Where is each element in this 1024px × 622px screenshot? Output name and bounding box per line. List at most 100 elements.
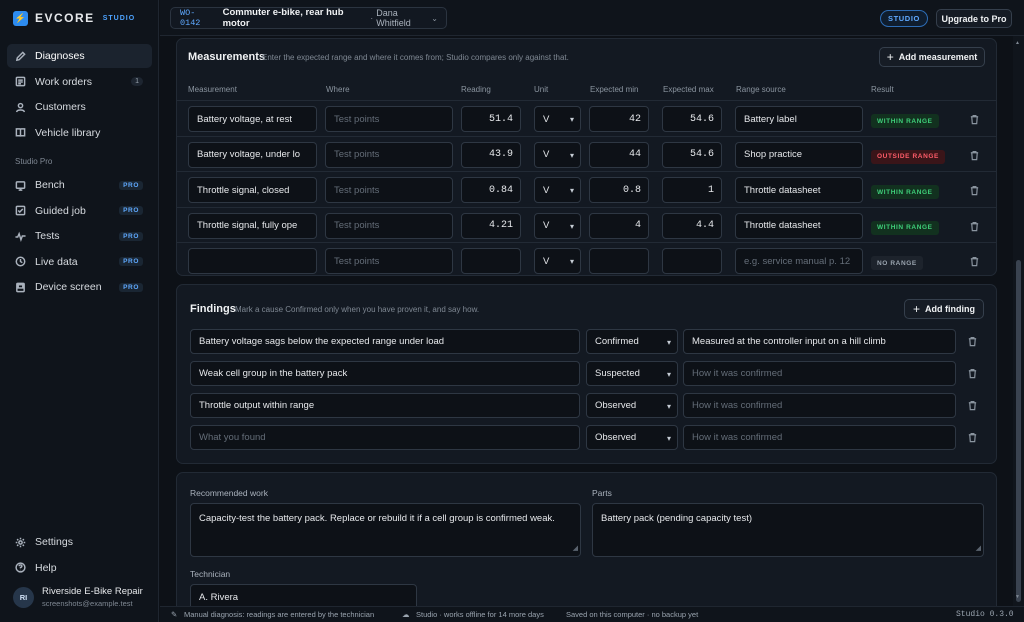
chevron-down-icon: ▾ [569, 186, 574, 195]
trash-icon[interactable] [969, 185, 980, 196]
column-header: Expected max [663, 85, 714, 94]
where-input[interactable]: Test points [325, 106, 453, 132]
where-input[interactable]: Test points [325, 141, 453, 168]
finding-text-input[interactable]: What you found [190, 425, 580, 450]
measurement-name-input[interactable]: Throttle signal, closed [188, 177, 317, 203]
list-icon [15, 76, 26, 87]
range-source-input[interactable]: Battery label [735, 106, 863, 132]
reading-input[interactable]: 0.84 [461, 177, 521, 203]
measurement-name-input[interactable]: Throttle signal, fully ope [188, 212, 317, 239]
trash-icon[interactable] [969, 256, 980, 267]
brand-name: EVCORE [35, 11, 95, 25]
sidebar-item-label: Bench [35, 179, 65, 191]
sidebar-item-help[interactable]: Help [7, 556, 152, 580]
expected-max-input[interactable]: 4.4 [662, 212, 722, 239]
trash-icon[interactable] [967, 368, 978, 379]
sidebar-item-settings[interactable]: Settings [7, 530, 152, 554]
measurement-name-input[interactable] [188, 248, 317, 274]
reading-input[interactable] [461, 248, 521, 274]
where-input[interactable]: Test points [325, 248, 453, 274]
technician-input[interactable]: A. Rivera [190, 584, 417, 606]
range-source-input[interactable]: Throttle datasheet [735, 177, 863, 203]
status-offline: Studio · works offline for 14 more days [416, 610, 544, 619]
reading-input[interactable]: 51.4 [461, 106, 521, 132]
sidebar-item-guided-job[interactable]: Guided job PRO [7, 199, 152, 223]
finding-text-input[interactable]: Battery voltage sags below the expected … [190, 329, 580, 354]
where-input[interactable]: Test points [325, 212, 453, 239]
user-profile[interactable]: RI Riverside E-Bike Repair screenshots@e… [13, 586, 143, 608]
finding-status-select[interactable]: Observed ▾ [586, 425, 678, 450]
unit-select[interactable]: V ▾ [534, 248, 581, 274]
recommendation-card: Recommended work Capacity-test the batte… [176, 472, 997, 606]
expected-min-input[interactable]: 44 [589, 141, 649, 168]
work-order-selector[interactable]: WO-0142 Commuter e-bike, rear hub motor … [170, 7, 447, 29]
trash-icon[interactable] [967, 400, 978, 411]
finding-how-input[interactable]: How it was confirmed [683, 425, 956, 450]
scroll-down-icon[interactable]: ▼ [1015, 594, 1020, 600]
sidebar-item-live-data[interactable]: Live data PRO [7, 250, 152, 274]
recommended-work-textarea[interactable]: Capacity-test the battery pack. Replace … [190, 503, 581, 557]
cloud-icon: ☁ [402, 610, 410, 619]
count-badge: 1 [131, 77, 143, 87]
main-nav: Diagnoses Work orders 1 Customers Vehicl… [7, 44, 152, 146]
gauge-icon [15, 180, 26, 191]
expected-max-input[interactable]: 54.6 [662, 141, 722, 168]
scroll-up-icon[interactable]: ▲ [1015, 40, 1020, 46]
finding-status-select[interactable]: Suspected ▾ [586, 361, 678, 386]
resize-grip-icon[interactable]: ◢ [976, 542, 981, 555]
resize-grip-icon[interactable]: ◢ [573, 542, 578, 555]
unit-select[interactable]: V ▾ [534, 141, 581, 168]
upgrade-button[interactable]: Upgrade to Pro [936, 9, 1012, 28]
expected-min-input[interactable]: 4 [589, 212, 649, 239]
column-header: Measurement [188, 85, 237, 94]
finding-how-input[interactable]: How it was confirmed [683, 361, 956, 386]
finding-status-select[interactable]: Confirmed ▾ [586, 329, 678, 354]
trash-icon[interactable] [967, 336, 978, 347]
finding-text-input[interactable]: Weak cell group in the battery pack [190, 361, 580, 386]
range-source-input[interactable]: Shop practice [735, 141, 863, 168]
finding-how-input[interactable]: Measured at the controller input on a hi… [683, 329, 956, 354]
sidebar-item-bench[interactable]: Bench PRO [7, 173, 152, 197]
sidebar-item-vehicle-library[interactable]: Vehicle library [7, 121, 152, 145]
sidebar-item-customers[interactable]: Customers [7, 95, 152, 119]
chevron-down-icon: ▾ [666, 370, 671, 379]
where-input[interactable]: Test points [325, 177, 453, 203]
trash-icon[interactable] [969, 150, 980, 161]
vertical-scrollbar[interactable]: ▲ ▼ [1013, 36, 1024, 606]
finding-status-value: Observed [595, 432, 637, 443]
table-row: Battery voltage, at rest Test points 51.… [177, 100, 996, 136]
expected-min-input[interactable] [589, 248, 649, 274]
measurement-name-input[interactable]: Battery voltage, at rest [188, 106, 317, 132]
finding-status-value: Suspected [595, 368, 640, 379]
add-measurement-button[interactable]: + Add measurement [879, 47, 985, 67]
finding-status-select[interactable]: Observed ▾ [586, 393, 678, 418]
expected-min-input[interactable]: 42 [589, 106, 649, 132]
reading-input[interactable]: 43.9 [461, 141, 521, 168]
sidebar-item-diagnoses[interactable]: Diagnoses [7, 44, 152, 68]
list-item: Weak cell group in the battery pack Susp… [177, 361, 996, 387]
parts-textarea[interactable]: Battery pack (pending capacity test) ◢ [592, 503, 984, 557]
trash-icon[interactable] [969, 114, 980, 125]
measurement-name-input[interactable]: Battery voltage, under lo [188, 141, 317, 168]
unit-select[interactable]: V ▾ [534, 212, 581, 239]
range-source-input[interactable]: e.g. service manual p. 12 [735, 248, 863, 274]
expected-max-input[interactable]: 54.6 [662, 106, 722, 132]
expected-min-input[interactable]: 0.8 [589, 177, 649, 203]
trash-icon[interactable] [967, 432, 978, 443]
scrollbar-thumb[interactable] [1016, 260, 1021, 602]
finding-text-input[interactable]: Throttle output within range [190, 393, 580, 418]
column-header: Reading [461, 85, 491, 94]
sidebar: ⚡ EVCORE STUDIO Diagnoses Work orders 1 … [0, 0, 159, 622]
trash-icon[interactable] [969, 221, 980, 232]
expected-max-input[interactable] [662, 248, 722, 274]
sidebar-item-work-orders[interactable]: Work orders 1 [7, 70, 152, 94]
unit-select[interactable]: V ▾ [534, 106, 581, 132]
range-source-input[interactable]: Throttle datasheet [735, 212, 863, 239]
add-finding-button[interactable]: + Add finding [904, 299, 984, 319]
finding-how-input[interactable]: How it was confirmed [683, 393, 956, 418]
unit-select[interactable]: V ▾ [534, 177, 581, 203]
sidebar-item-tests[interactable]: Tests PRO [7, 224, 152, 248]
sidebar-item-device-screen[interactable]: Device screen PRO [7, 275, 152, 299]
reading-input[interactable]: 4.21 [461, 212, 521, 239]
expected-max-input[interactable]: 1 [662, 177, 722, 203]
